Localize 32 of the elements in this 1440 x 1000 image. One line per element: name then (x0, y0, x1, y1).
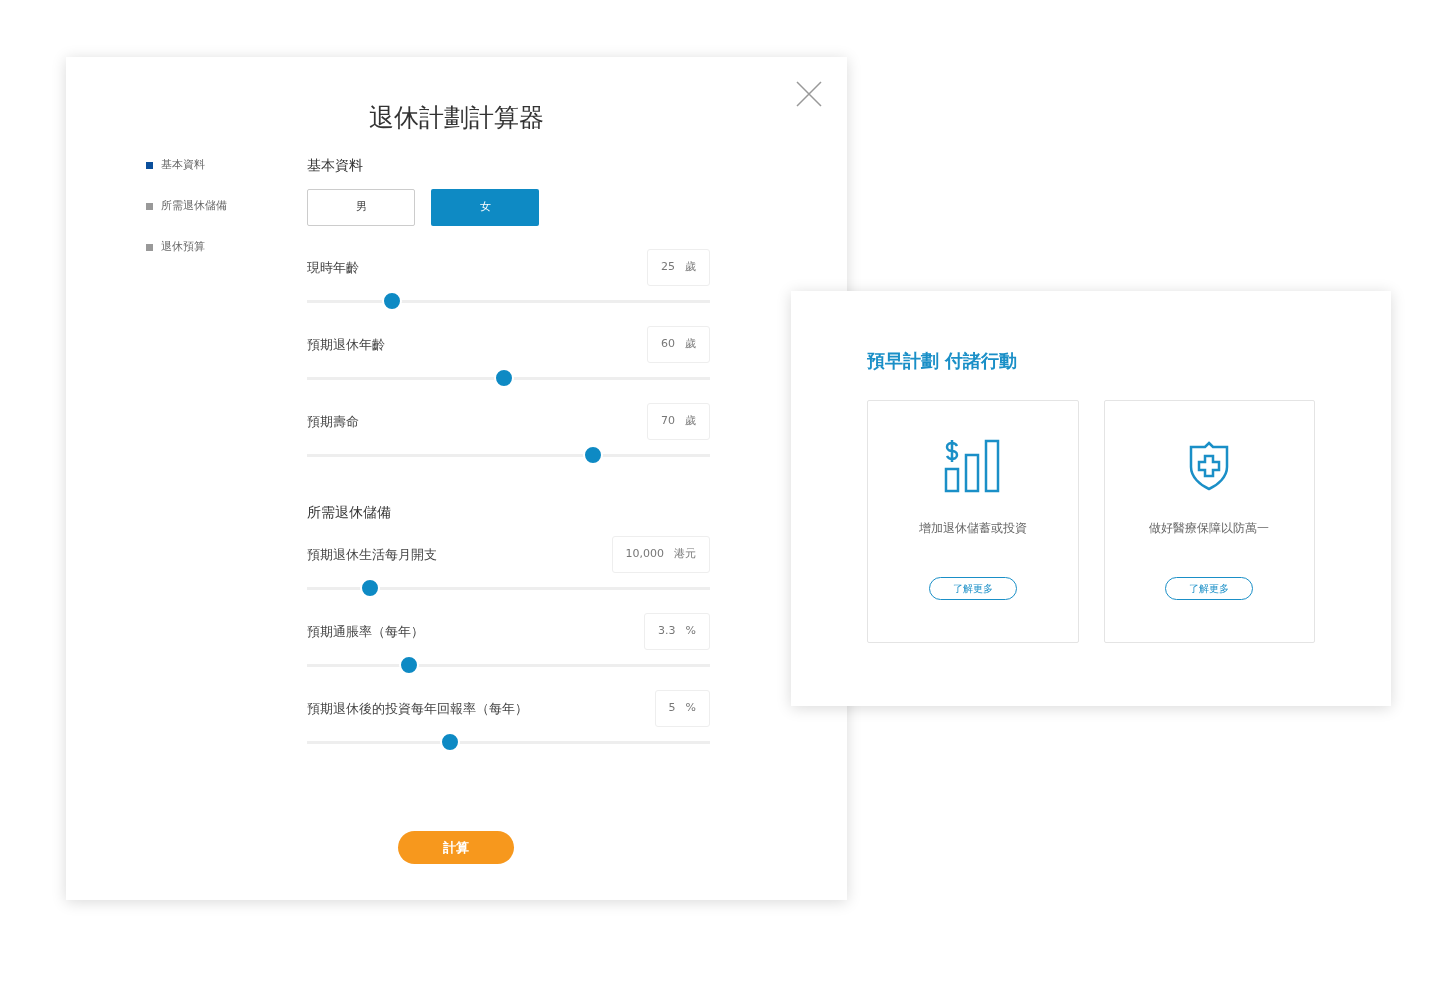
sidebar-item[interactable]: 基本資料 (146, 157, 227, 173)
gender-button[interactable]: 男 (307, 189, 415, 226)
value-field[interactable]: 25 歲 (647, 249, 710, 286)
sidebar-item[interactable]: 退休預算 (146, 239, 227, 255)
value-field[interactable]: 5 % (654, 690, 710, 727)
value-field[interactable]: 60 歲 (647, 326, 710, 363)
field-label: 預期通脹率（每年） (307, 622, 424, 641)
slider-thumb[interactable] (381, 291, 402, 311)
slider-thumb[interactable] (494, 368, 515, 388)
value-field[interactable]: 70 歲 (647, 403, 710, 440)
window-title: 退休計劃計算器 (368, 102, 545, 134)
slider-thumb[interactable] (440, 732, 461, 752)
slider-thumb[interactable] (398, 655, 419, 675)
section-heading: 所需退休儲備 (307, 503, 392, 522)
field-label: 預期退休年齡 (307, 335, 385, 354)
sidebar-item[interactable]: 所需退休儲備 (146, 198, 227, 214)
gender-button[interactable]: 女 (431, 189, 539, 226)
shield-cross-icon (1188, 441, 1231, 491)
value-field[interactable]: 10,000 港元 (611, 536, 710, 573)
slider-thumb[interactable] (359, 578, 380, 598)
field-label: 預期退休生活每月開支 (307, 545, 437, 564)
field-label: 預期退休後的投資每年回報率（每年） (307, 699, 528, 718)
close-icon[interactable] (796, 81, 822, 107)
field-label: 預期壽命 (307, 412, 359, 431)
section-heading: 基本資料 (307, 156, 364, 175)
card-text: 增加退休儲蓄或投資 (918, 520, 1027, 537)
advice-heading: 預早計劃 付諸行動 (867, 349, 1019, 373)
slider-thumb[interactable] (583, 445, 604, 465)
value-field[interactable]: 3.3 % (644, 613, 710, 650)
card-text: 做好醫療保障以防萬一 (1149, 520, 1270, 537)
field-label: 現時年齡 (307, 258, 359, 277)
dollar-bar-chart-icon (943, 439, 1002, 493)
